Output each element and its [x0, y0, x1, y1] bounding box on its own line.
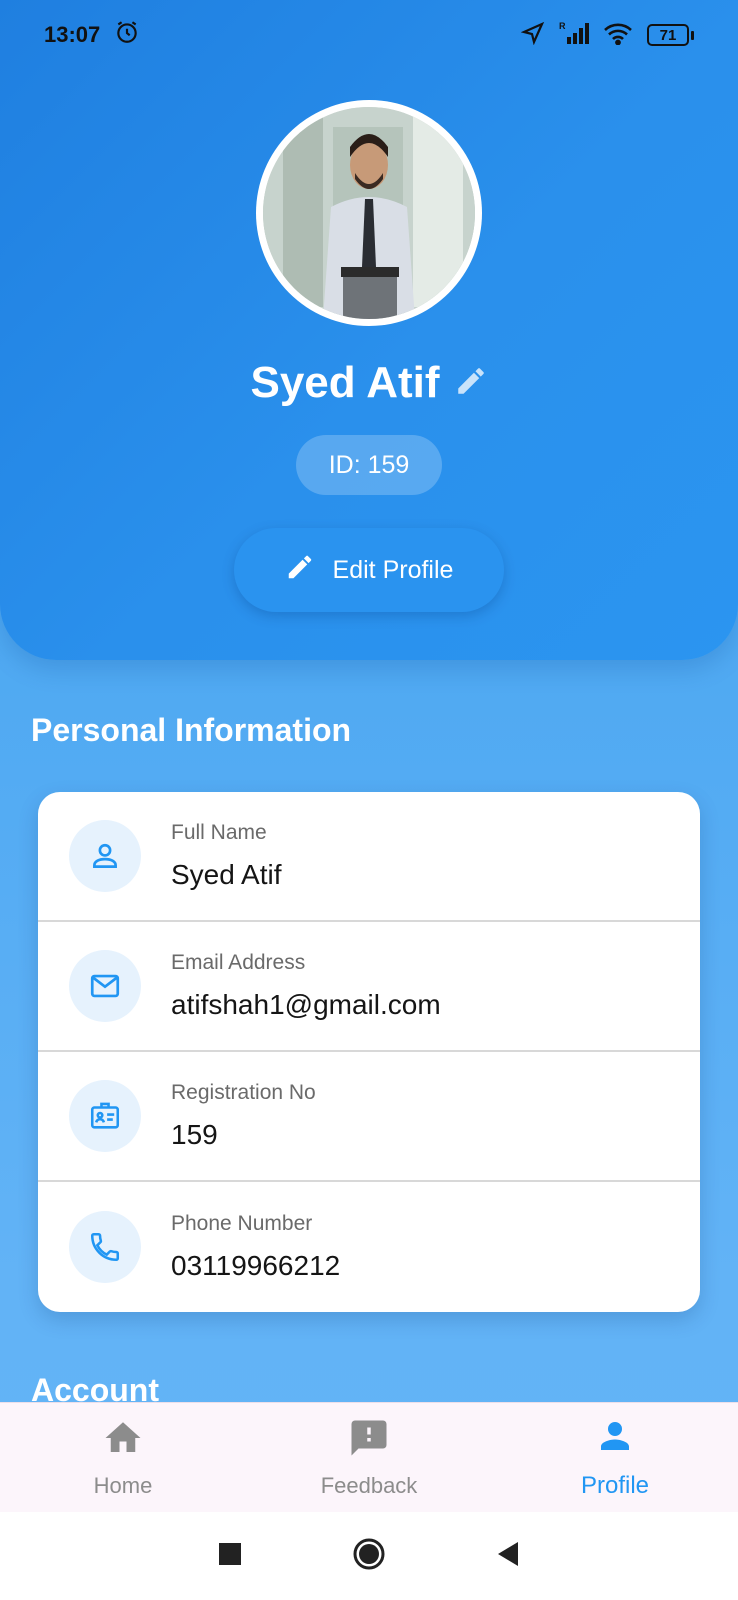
info-value: atifshah1@gmail.com — [171, 989, 441, 1020]
info-label: Email Address — [171, 951, 306, 974]
edit-profile-label: Edit Profile — [332, 555, 454, 584]
nav-feedback-label: Feedback — [320, 1472, 418, 1498]
back-triangle-icon[interactable] — [496, 1541, 520, 1572]
svg-text:R: R — [559, 21, 566, 31]
profile-id-badge: ID: 159 — [296, 435, 442, 495]
status-bar: 13:07 R 71 — [0, 0, 738, 70]
nav-home-label: Home — [93, 1472, 153, 1498]
info-row-email: Email Address atifshah1@gmail.com — [38, 922, 700, 1052]
profile-name-row: Syed Atif — [0, 358, 738, 408]
avatar-photo — [263, 107, 475, 319]
edit-profile-button[interactable]: Edit Profile — [234, 528, 504, 612]
info-label: Phone Number — [171, 1212, 313, 1235]
nav-home[interactable]: Home — [0, 1403, 246, 1512]
profile-name: Syed Atif — [250, 358, 440, 407]
phone-icon — [69, 1211, 141, 1283]
bottom-navigation: Home Feedback Profile — [0, 1402, 738, 1512]
personal-info-card: Full Name Syed Atif Email Address atifsh… — [38, 792, 700, 1312]
info-label: Full Name — [171, 821, 267, 844]
system-navigation-bar — [0, 1512, 738, 1600]
profile-icon — [594, 1415, 636, 1464]
info-row-full-name: Full Name Syed Atif — [38, 792, 700, 922]
info-value: 03119966212 — [171, 1250, 341, 1281]
feedback-icon — [348, 1417, 390, 1465]
battery-icon: 71 — [647, 24, 694, 46]
home-circle-icon[interactable] — [352, 1537, 386, 1576]
signal-icon: R — [559, 21, 589, 50]
info-row-phone: Phone Number 03119966212 — [38, 1182, 700, 1312]
alarm-icon — [114, 19, 140, 51]
nav-profile[interactable]: Profile — [492, 1403, 738, 1512]
id-badge-icon — [69, 1080, 141, 1152]
info-value: 159 — [171, 1119, 218, 1150]
edit-name-icon[interactable] — [454, 364, 488, 403]
profile-avatar[interactable] — [256, 100, 482, 326]
pencil-icon — [285, 552, 315, 589]
battery-level: 71 — [659, 26, 677, 44]
personal-info-title: Personal Information — [31, 712, 352, 748]
info-value: Syed Atif — [171, 859, 282, 890]
nav-feedback[interactable]: Feedback — [246, 1403, 492, 1512]
wifi-icon — [603, 21, 633, 50]
nav-profile-label: Profile — [580, 1472, 650, 1499]
status-time: 13:07 — [44, 22, 101, 47]
location-arrow-icon — [520, 21, 545, 50]
info-row-registration: Registration No 159 — [38, 1052, 700, 1182]
recents-icon[interactable] — [218, 1542, 242, 1571]
person-icon — [69, 820, 141, 892]
home-icon — [102, 1417, 144, 1465]
info-label: Registration No — [171, 1081, 316, 1104]
mail-icon — [69, 950, 141, 1022]
